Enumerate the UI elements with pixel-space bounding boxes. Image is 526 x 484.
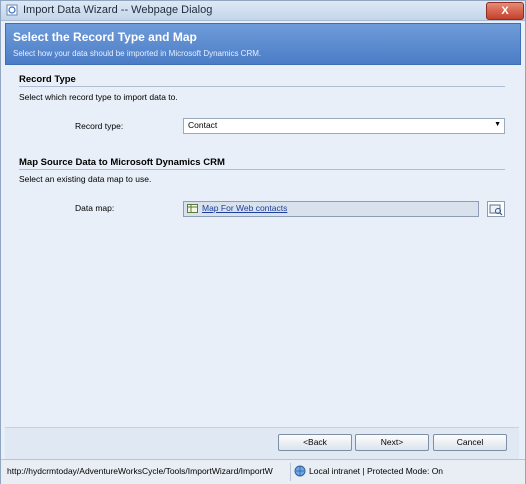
map-description: Select an existing data map to use. xyxy=(19,174,152,184)
security-zone-text: Local intranet | Protected Mode: On xyxy=(309,466,444,476)
next-button[interactable]: Next> xyxy=(355,434,429,451)
status-divider xyxy=(290,463,291,481)
cancel-button[interactable]: Cancel xyxy=(433,434,507,451)
back-button[interactable]: <Back xyxy=(278,434,352,451)
status-url: http://hydcrmtoday/AdventureWorksCycle/T… xyxy=(7,466,273,476)
ie-page-icon xyxy=(6,4,18,16)
page-title: Select the Record Type and Map xyxy=(13,30,197,44)
data-map-link[interactable]: Map For Web contacts xyxy=(202,203,287,213)
lookup-button[interactable] xyxy=(487,201,505,217)
wizard-footer: <Back Next> Cancel xyxy=(5,427,519,460)
lookup-icon xyxy=(489,204,503,216)
data-map-label: Data map: xyxy=(75,203,115,213)
dialog-window: Import Data Wizard -- Webpage Dialog X S… xyxy=(0,0,526,484)
record-type-label: Record type: xyxy=(75,121,124,131)
wizard-content: Record Type Select which record type to … xyxy=(5,65,519,427)
globe-icon xyxy=(294,465,306,477)
chevron-down-icon: ▼ xyxy=(494,121,501,128)
section-divider xyxy=(19,169,505,170)
window-title: Import Data Wizard -- Webpage Dialog xyxy=(23,4,213,16)
title-bar: Import Data Wizard -- Webpage Dialog X xyxy=(1,1,525,21)
page-subtitle: Select how your data should be imported … xyxy=(13,49,262,58)
wizard-header: Select the Record Type and Map Select ho… xyxy=(5,23,521,65)
record-type-description: Select which record type to import data … xyxy=(19,92,178,102)
data-map-lookup-field[interactable]: Map For Web contacts xyxy=(183,201,479,217)
section-divider xyxy=(19,86,505,87)
map-section-title: Map Source Data to Microsoft Dynamics CR… xyxy=(19,157,225,168)
data-map-icon xyxy=(187,204,198,213)
record-type-select[interactable]: Contact ▼ xyxy=(183,118,505,134)
close-button[interactable]: X xyxy=(486,2,524,20)
status-bar: http://hydcrmtoday/AdventureWorksCycle/T… xyxy=(1,459,525,484)
record-type-section-title: Record Type xyxy=(19,74,76,85)
record-type-value: Contact xyxy=(188,120,218,130)
